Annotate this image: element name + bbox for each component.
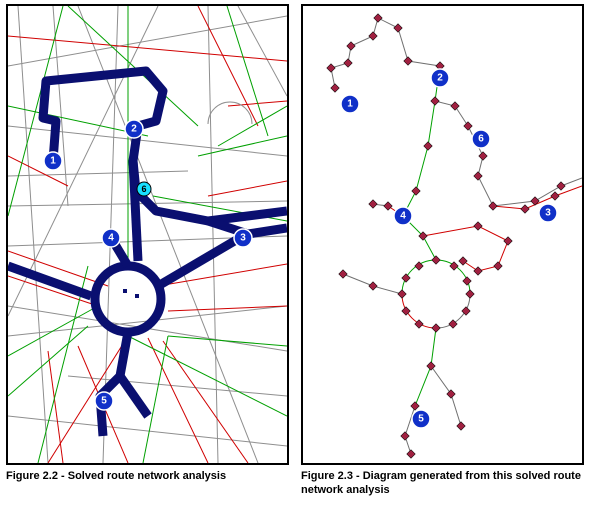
stop-3-map: 3	[234, 229, 252, 247]
stop-2-diagram-label: 2	[437, 73, 443, 84]
stop-5-map: 5	[95, 392, 113, 410]
stop-6-map: 6	[137, 182, 151, 196]
caption-right: Figure 2.3 - Diagram generated from this…	[301, 469, 584, 498]
stop-3-diagram: 3	[539, 204, 557, 222]
stop-1-diagram: 1	[341, 95, 359, 113]
stop-3-diagram-label: 3	[545, 208, 551, 219]
stop-5-label: 5	[101, 396, 107, 407]
stop-2-diagram: 2	[431, 69, 449, 87]
stop-2-label: 2	[131, 124, 137, 135]
map-panel: 1 2 3 4 5 6	[6, 4, 289, 465]
caption-row: Figure 2.2 - Solved route network analys…	[0, 465, 598, 504]
stop-1-map: 1	[44, 152, 62, 170]
stop-5-diagram: 5	[412, 410, 430, 428]
stop-6-diagram: 6	[472, 130, 490, 148]
stop-4-diagram: 4	[394, 207, 412, 225]
stop-6-label: 6	[141, 184, 146, 194]
stop-1-diagram-label: 1	[347, 99, 353, 110]
diagram-ring	[402, 260, 470, 328]
caption-left: Figure 2.2 - Solved route network analys…	[6, 469, 289, 498]
stop-5-diagram-label: 5	[418, 414, 424, 425]
stop-1-label: 1	[50, 156, 56, 167]
stop-3-label: 3	[240, 233, 246, 244]
stop-4-label: 4	[108, 233, 114, 244]
stop-2-map: 2	[125, 120, 143, 138]
stop-4-diagram-label: 4	[400, 211, 406, 222]
stop-6-diagram-label: 6	[478, 134, 484, 145]
diagram-panel: 1 2 3 4 5 6	[301, 4, 584, 465]
figure-row: 1 2 3 4 5 6	[0, 0, 598, 465]
stop-4-map: 4	[102, 229, 120, 247]
